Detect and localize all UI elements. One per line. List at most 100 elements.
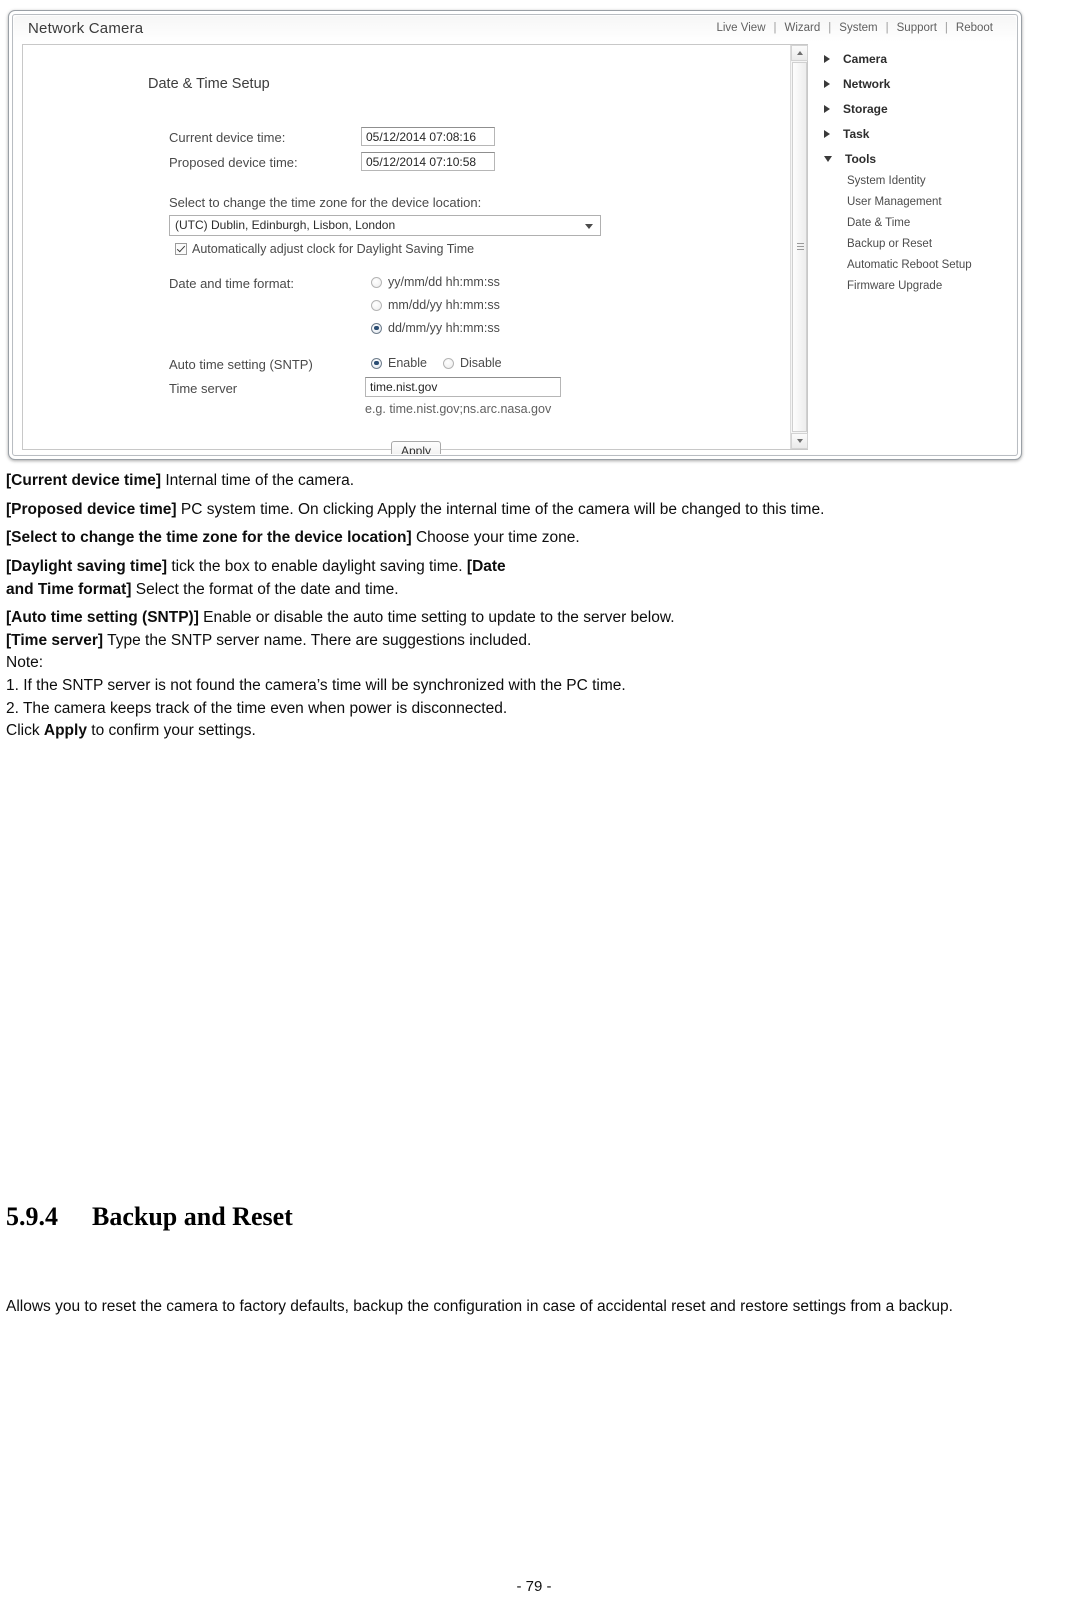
page-number-footer: - 79 - (516, 1578, 552, 1595)
date-format-option-1-label: mm/dd/yy hh:mm:ss (388, 298, 500, 312)
camera-web-ui: Network Camera Live View | Wizard | System | S… (14, 16, 1016, 454)
current-device-time-field: 05/12/2014 07:08:16 (361, 127, 495, 146)
radio-icon-selected[interactable] (371, 357, 382, 369)
section-number: 5.9.4 (6, 1202, 58, 1231)
date-format-label: Date and time format: (169, 276, 294, 291)
proposed-device-time-field: 05/12/2014 07:10:58 (361, 152, 495, 171)
paragraph-time-server: [Time server] Type the SNTP server name.… (6, 630, 1046, 653)
nav-separator: | (773, 22, 777, 34)
date-format-option-0[interactable]: yy/mm/dd hh:mm:ss (371, 275, 500, 289)
paragraph-proposed-device-time: [Proposed device time] PC system time. O… (6, 499, 1046, 522)
nav-separator: | (885, 22, 889, 34)
daylight-saving-checkbox[interactable] (175, 243, 187, 255)
scrollbar-thumb[interactable] (792, 62, 807, 432)
sntp-label: Auto time setting (SNTP) (169, 357, 313, 372)
panel-scrollbar[interactable] (790, 45, 808, 449)
daylight-saving-checkbox-row[interactable]: Automatically adjust clock for Daylight … (175, 242, 474, 256)
sidebar-item-storage-label: Storage (843, 101, 888, 116)
scroll-up-arrow-icon[interactable] (791, 45, 808, 61)
daylight-saving-label: Automatically adjust clock for Daylight … (192, 242, 475, 256)
sidebar-item-camera-label: Camera (843, 51, 888, 66)
note-item-1: 1. If the SNTP server is not found the c… (6, 677, 626, 694)
term-proposed-device-time: [Proposed device time] (6, 500, 177, 518)
settings-content-panel: Date & Time Setup Current device time: 0… (22, 44, 808, 454)
nav-link-support[interactable]: Support (896, 22, 938, 34)
manual-body-text: [Current device time] Internal time of t… (6, 470, 1046, 749)
term-timezone: [Select to change the time zone for the … (6, 529, 412, 547)
side-navigation-tree: Camera Network Storage Task Tools System… (820, 46, 1010, 297)
time-server-input[interactable]: time.nist.gov (365, 377, 561, 397)
chevron-down-icon (824, 155, 832, 162)
sidebar-item-task[interactable]: Task (820, 121, 1010, 146)
nav-link-wizard[interactable]: Wizard (784, 22, 822, 34)
radio-icon[interactable] (371, 276, 382, 288)
term-current-device-time: [Current device time] (6, 472, 162, 489)
date-format-option-2[interactable]: dd/mm/yy hh:mm:ss (371, 321, 500, 335)
section-body-text: Allows you to reset the camera to factor… (6, 1298, 953, 1315)
term-time-server: [Time server] (6, 631, 104, 649)
paragraph-click-apply: Click Apply to confirm your settings. (6, 720, 1046, 743)
chevron-right-icon (824, 104, 830, 113)
desc-current-device-time: Internal time of the camera. (161, 472, 355, 489)
nav-link-reboot[interactable]: Reboot (955, 22, 994, 34)
radio-icon-selected[interactable] (371, 322, 382, 334)
sidebar-item-system-identity[interactable]: System Identity (820, 171, 1010, 192)
click-prefix: Click (6, 722, 44, 740)
top-navigation: Live View | Wizard | System | Support | Reboot (715, 22, 994, 34)
note-item-2: 2. The camera keeps track of the time ev… (6, 699, 508, 717)
click-apply-bold: Apply (43, 722, 87, 740)
page-title: Network Camera (28, 20, 144, 37)
sidebar-item-tools-label: Tools (845, 151, 877, 166)
sidebar-item-date-and-time[interactable]: Date & Time (820, 213, 1010, 234)
sidebar-item-task-label: Task (843, 126, 870, 141)
paragraph-daylight-saving-line-2: and Time format] Select the format of th… (6, 579, 1046, 602)
sidebar-item-storage[interactable]: Storage (820, 96, 1010, 121)
nav-separator: | (828, 22, 832, 34)
apply-button[interactable]: Apply (391, 441, 442, 454)
paragraph-sntp: [Auto time setting (SNTP)] Enable or dis… (6, 607, 1046, 630)
desc-proposed-device-time: PC system time. On clicking Apply the in… (176, 500, 825, 518)
proposed-device-time-label: Proposed device time: (169, 155, 298, 170)
sidebar-item-backup-or-reset[interactable]: Backup or Reset (820, 234, 1010, 255)
sidebar-item-user-management[interactable]: User Management (820, 192, 1010, 213)
term-daylight-saving: [Daylight saving time] (6, 557, 168, 575)
desc-timezone: Choose your time zone. (411, 529, 580, 547)
nav-link-system[interactable]: System (838, 22, 878, 34)
chevron-right-icon (824, 129, 830, 138)
chevron-down-icon (585, 224, 593, 229)
sidebar-item-tools[interactable]: Tools (820, 146, 1010, 171)
paragraph-timezone: [Select to change the time zone for the … (6, 527, 1046, 550)
date-format-option-0-label: yy/mm/dd hh:mm:ss (388, 275, 500, 289)
timezone-label: Select to change the time zone for the d… (169, 195, 482, 210)
sidebar-item-automatic-reboot-setup[interactable]: Automatic Reboot Setup (820, 255, 1010, 276)
desc-date-format: Select the format of the date and time. (131, 580, 399, 598)
paragraph-daylight-saving-line-1: [Daylight saving time] tick the box to e… (6, 556, 1046, 579)
nav-link-live-view[interactable]: Live View (715, 22, 766, 34)
nav-separator: | (944, 22, 948, 34)
sidebar-item-camera[interactable]: Camera (820, 46, 1010, 71)
sntp-enable-label: Enable (388, 356, 427, 370)
scrollbar-grip-icon (797, 243, 804, 251)
scroll-down-arrow-icon[interactable] (791, 433, 808, 449)
term-date-format-part1: [Date (466, 557, 506, 575)
time-server-label: Time server (169, 381, 238, 396)
sidebar-item-firmware-upgrade[interactable]: Firmware Upgrade (820, 276, 1010, 297)
chevron-right-icon (824, 54, 830, 63)
sntp-radio-group[interactable]: Enable Disable (371, 356, 502, 370)
desc-time-server: Type the SNTP server name. There are sug… (103, 631, 532, 649)
section-heading: 5.9.4 Backup and Reset (6, 1202, 293, 1232)
form-heading: Date & Time Setup (148, 76, 270, 92)
paragraph-current-device-time: [Current device time] Internal time of t… (6, 470, 1046, 493)
radio-icon[interactable] (371, 299, 382, 311)
sidebar-item-network[interactable]: Network (820, 71, 1010, 96)
embedded-screenshot-frame: Network Camera Live View | Wizard | System | S… (8, 10, 1022, 460)
timezone-select[interactable]: (UTC) Dublin, Edinburgh, Lisbon, London (169, 215, 601, 236)
time-server-hint: e.g. time.nist.gov;ns.arc.nasa.gov (365, 402, 552, 416)
date-format-option-1[interactable]: mm/dd/yy hh:mm:ss (371, 298, 500, 312)
radio-icon[interactable] (442, 357, 454, 369)
term-sntp: [Auto time setting (SNTP)] (6, 609, 199, 627)
desc-sntp: Enable or disable the auto time setting … (198, 609, 675, 627)
current-device-time-label: Current device time: (169, 130, 286, 145)
click-suffix: to confirm your settings. (86, 722, 256, 740)
sntp-disable-label: Disable (459, 356, 502, 370)
